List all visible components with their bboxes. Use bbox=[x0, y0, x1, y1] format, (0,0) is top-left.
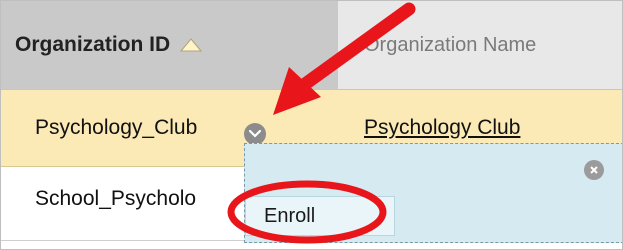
row-options-button[interactable] bbox=[244, 123, 266, 145]
sort-ascending-icon bbox=[180, 38, 203, 52]
menu-item-label: Enroll bbox=[264, 204, 316, 227]
organization-id-cell: School_Psycholo bbox=[35, 187, 197, 210]
table-header: Organization ID Organization Name bbox=[1, 1, 622, 89]
column-header-organization-id[interactable]: Organization ID bbox=[1, 1, 338, 89]
column-header-label: Organization ID bbox=[15, 33, 171, 56]
column-header-organization-name[interactable]: Organization Name bbox=[338, 1, 622, 89]
close-menu-button[interactable] bbox=[584, 160, 604, 180]
chevron-down-icon bbox=[249, 130, 261, 138]
screenshot-frame: Organization ID Organization Name Psycho… bbox=[0, 0, 623, 250]
row-context-menu: Enroll bbox=[244, 143, 622, 243]
organization-id-cell: Psychology_Club bbox=[35, 116, 198, 139]
menu-item-enroll[interactable]: Enroll bbox=[245, 196, 395, 236]
close-icon bbox=[590, 166, 598, 174]
organization-name-link[interactable]: Psychology Club bbox=[364, 116, 520, 140]
column-header-label: Organization Name bbox=[364, 33, 537, 56]
